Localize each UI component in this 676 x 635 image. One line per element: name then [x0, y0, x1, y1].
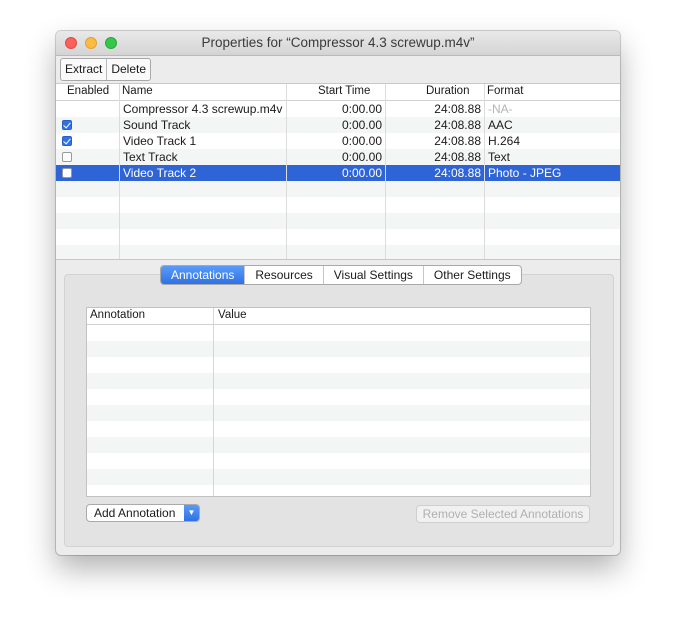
track-name: Video Track 2 — [123, 166, 197, 180]
track-start-time: 0:00.00 — [341, 150, 382, 164]
track-enabled-checkbox[interactable] — [62, 136, 72, 146]
stripe — [87, 469, 590, 485]
track-start-time: 0:00.00 — [341, 102, 382, 116]
track-enabled-checkbox[interactable] — [62, 120, 72, 130]
track-format: AAC — [488, 118, 513, 132]
annotations-header: Annotation Value — [87, 308, 590, 325]
track-enabled-checkbox[interactable] — [62, 168, 72, 178]
tracks-table[interactable]: Enabled Name Start Time Duration Format … — [56, 83, 620, 260]
table-row[interactable]: Text Track 0:00.00 24:08.88 Text — [56, 149, 620, 165]
track-duration: 24:08.88 — [434, 150, 481, 164]
column-header-annotation[interactable]: Annotation — [90, 309, 145, 321]
table-row[interactable]: Video Track 1 0:00.00 24:08.88 H.264 — [56, 133, 620, 149]
track-format: Text — [488, 150, 511, 164]
track-duration: 24:08.88 — [434, 102, 481, 116]
tab-resources[interactable]: Resources — [244, 266, 322, 284]
column-divider[interactable] — [119, 84, 120, 259]
table-row-selected[interactable]: Video Track 2 0:00.00 24:08.88 Photo - J… — [56, 165, 620, 181]
column-divider[interactable] — [385, 84, 386, 259]
column-header-start-time[interactable]: Start Time — [318, 85, 370, 97]
stripe — [87, 405, 590, 421]
track-duration: 24:08.88 — [434, 118, 481, 132]
track-name: Sound Track — [123, 118, 191, 132]
column-header-value[interactable]: Value — [218, 309, 247, 321]
column-header-name[interactable]: Name — [122, 85, 153, 97]
tab-other-settings[interactable]: Other Settings — [422, 266, 521, 284]
track-start-time: 0:00.00 — [341, 134, 382, 148]
track-actions: Extract Delete — [60, 58, 152, 81]
stripe — [87, 373, 590, 389]
tab-annotations[interactable]: Annotations — [161, 266, 245, 284]
window-title: Properties for “Compressor 4.3 screwup.m… — [201, 35, 475, 50]
track-start-time: 0:00.00 — [341, 118, 382, 132]
stripe — [56, 245, 620, 259]
annotations-table[interactable]: Annotation Value — [86, 307, 591, 497]
column-header-format[interactable]: Format — [487, 85, 523, 97]
stripe — [56, 213, 620, 229]
chevron-down-icon: ▼ — [184, 505, 199, 521]
track-format: -NA- — [488, 102, 513, 116]
stripe — [87, 341, 590, 357]
tab-bar: Annotations Resources Visual Settings Ot… — [160, 265, 522, 285]
tab-visual-settings[interactable]: Visual Settings — [322, 266, 423, 284]
column-divider[interactable] — [484, 84, 485, 259]
track-enabled-checkbox[interactable] — [62, 152, 72, 162]
extract-button[interactable]: Extract — [61, 59, 106, 80]
column-divider[interactable] — [213, 308, 214, 496]
title-bar[interactable]: Properties for “Compressor 4.3 screwup.m… — [56, 31, 620, 56]
table-row[interactable]: Sound Track 0:00.00 24:08.88 AAC — [56, 117, 620, 133]
track-name: Text Track — [123, 150, 178, 164]
track-duration: 24:08.88 — [434, 134, 481, 148]
column-header-duration[interactable]: Duration — [426, 85, 469, 97]
add-annotation-popup[interactable]: Add Annotation ▼ — [86, 504, 200, 522]
track-duration: 24:08.88 — [434, 166, 481, 180]
table-row[interactable]: Compressor 4.3 screwup.m4v 0:00.00 24:08… — [56, 101, 620, 117]
track-format: Photo - JPEG — [488, 166, 562, 180]
column-header-enabled[interactable]: Enabled — [67, 85, 109, 97]
properties-window: Properties for “Compressor 4.3 screwup.m… — [56, 31, 620, 555]
track-name: Video Track 1 — [123, 134, 197, 148]
stripe — [56, 181, 620, 197]
column-divider[interactable] — [286, 84, 287, 259]
remove-selected-annotations-button[interactable]: Remove Selected Annotations — [416, 505, 590, 523]
stripe — [87, 437, 590, 453]
track-name: Compressor 4.3 screwup.m4v — [123, 102, 283, 116]
track-format: H.264 — [488, 134, 521, 148]
tracks-header: Enabled Name Start Time Duration Format — [56, 84, 620, 101]
add-annotation-label: Add Annotation — [94, 506, 176, 520]
track-start-time: 0:00.00 — [341, 166, 382, 180]
delete-button[interactable]: Delete — [106, 59, 150, 80]
